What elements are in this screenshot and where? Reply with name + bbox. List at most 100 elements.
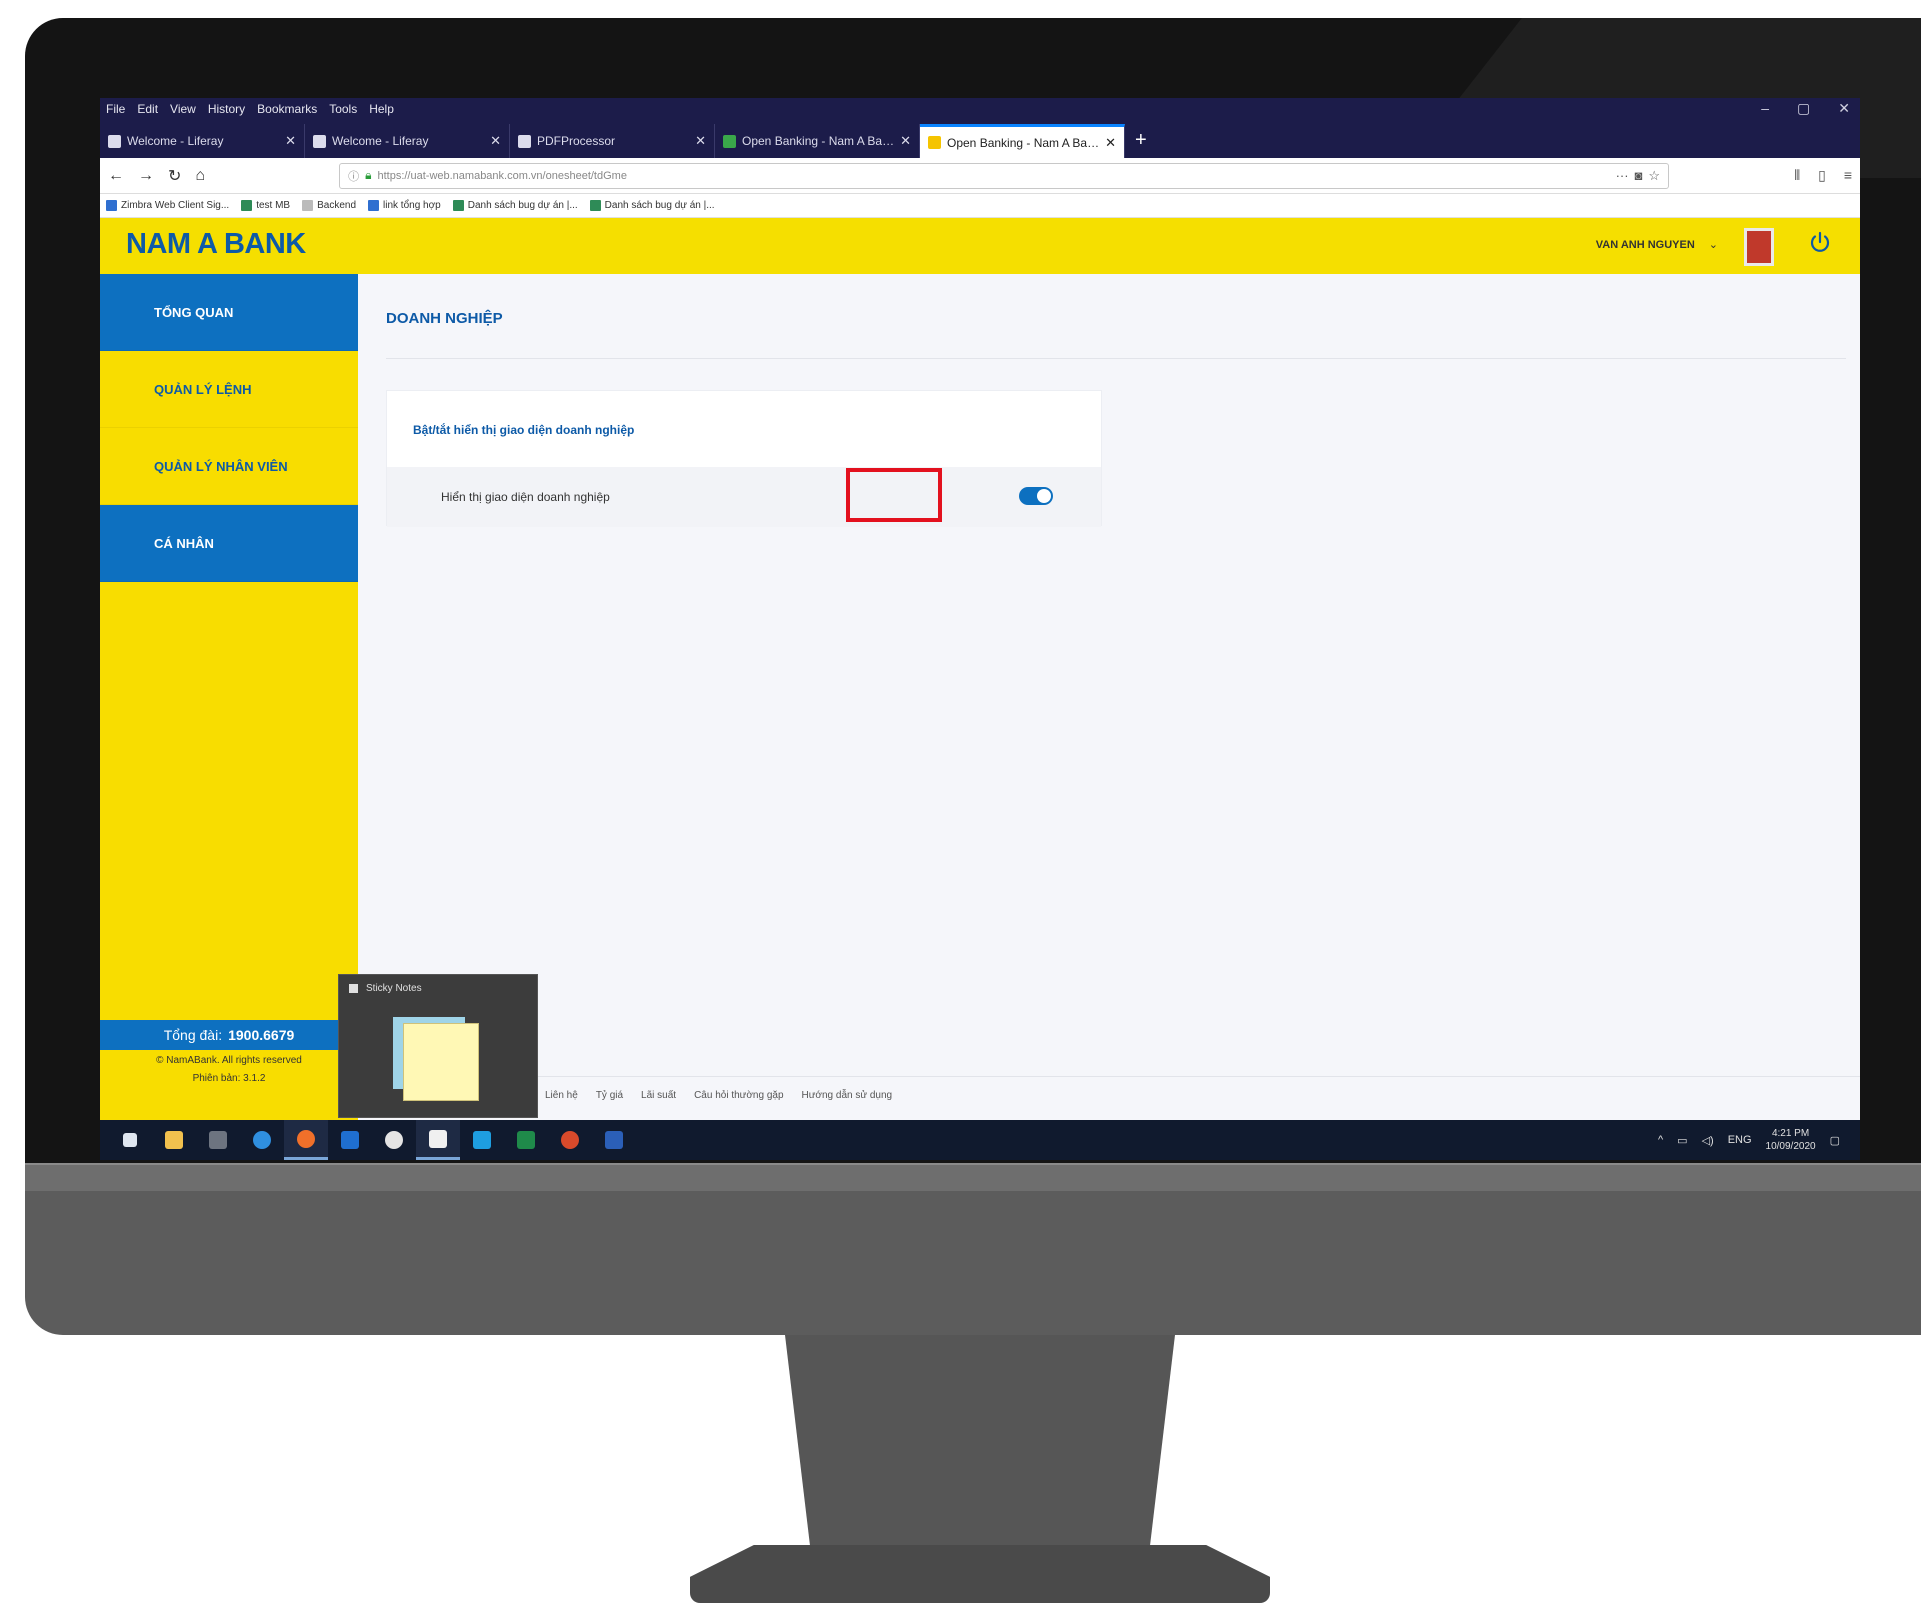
browser-tab[interactable]: PDFProcessor ✕ — [510, 124, 715, 158]
taskbar-app[interactable] — [416, 1120, 460, 1160]
volume-icon[interactable]: ◁) — [1702, 1134, 1714, 1147]
power-icon[interactable] — [1808, 230, 1832, 254]
taskbar-app[interactable] — [152, 1120, 196, 1160]
close-tab-icon[interactable]: ✕ — [1105, 135, 1116, 151]
clock-date: 10/09/2020 — [1765, 1141, 1816, 1152]
browser-tab[interactable]: Welcome - Liferay ✕ — [100, 124, 305, 158]
browser-tab[interactable]: Welcome - Liferay ✕ — [305, 124, 510, 158]
avatar[interactable] — [1744, 228, 1774, 266]
taskbar-app[interactable] — [328, 1120, 372, 1160]
library-icon[interactable]: ⫴ — [1794, 167, 1800, 184]
sticky-notes-preview[interactable]: Sticky Notes — [338, 974, 538, 1118]
bookmark-item[interactable]: Danh sách bug dự án |... — [589, 200, 715, 211]
tab-label: PDFProcessor — [537, 134, 616, 148]
bookmark-icon — [589, 200, 601, 211]
version-text: Phiên bản: 3.1.2 — [192, 1073, 266, 1084]
bookmark-item[interactable]: Zimbra Web Client Sig... — [106, 200, 229, 211]
outlook-icon — [341, 1131, 359, 1149]
taskbar-app[interactable] — [372, 1120, 416, 1160]
bookmark-item[interactable]: link tổng hợp — [368, 200, 441, 211]
brand-logo[interactable]: NAM A BANK — [126, 228, 306, 261]
window-controls: – ▢ ✕ — [1761, 100, 1850, 117]
footer-link[interactable]: Tỷ giá — [596, 1090, 623, 1101]
sidebar-item-personal[interactable]: CÁ NHÂN — [100, 505, 358, 582]
back-icon[interactable]: ← — [108, 167, 124, 185]
tab-label: Open Banking - Nam A Bank — [947, 135, 1100, 150]
tray-expand-icon[interactable]: ^ — [1658, 1134, 1663, 1146]
menu-edit[interactable]: Edit — [137, 102, 158, 116]
bookmark-item[interactable]: test MB — [241, 200, 290, 211]
hamburger-menu-icon[interactable]: ≡ — [1844, 167, 1852, 184]
browser-tab[interactable]: Open Banking - Nam A Bank ✕ — [715, 124, 920, 158]
sidebar-item-staff-management[interactable]: QUẢN LÝ NHÂN VIÊN — [100, 428, 358, 505]
sidebar-toggle-icon[interactable]: ▯ — [1818, 167, 1826, 184]
footer-link[interactable]: Lãi suất — [641, 1090, 676, 1101]
sticky-notes-title: Sticky Notes — [366, 983, 422, 994]
taskbar-app[interactable] — [240, 1120, 284, 1160]
menu-history[interactable]: History — [208, 102, 245, 116]
close-tab-icon[interactable]: ✕ — [490, 133, 501, 149]
note-thumbnail — [403, 1023, 479, 1101]
browser-tab-active[interactable]: Open Banking - Nam A Bank ✕ — [920, 124, 1125, 158]
close-tab-icon[interactable]: ✕ — [285, 133, 296, 149]
reload-icon[interactable]: ↻ — [168, 166, 181, 186]
terminal-icon — [209, 1131, 227, 1149]
favicon-icon — [108, 134, 121, 148]
bookmark-star-icon[interactable]: ☆ — [1648, 168, 1660, 184]
sidebar-item-overview[interactable]: TỔNG QUAN — [100, 274, 358, 351]
tab-label: Welcome - Liferay — [332, 134, 429, 148]
firefox-icon — [297, 1129, 315, 1148]
taskbar-app[interactable] — [284, 1120, 328, 1160]
taskbar-app[interactable] — [504, 1120, 548, 1160]
favicon-icon — [518, 134, 531, 148]
bookmark-icon — [302, 200, 314, 211]
pocket-icon[interactable]: ◙ — [1635, 168, 1643, 183]
minimize-button[interactable]: – — [1761, 100, 1769, 117]
taskbar-app[interactable] — [460, 1120, 504, 1160]
notifications-icon[interactable]: ▢ — [1830, 1134, 1840, 1147]
taskbar-app[interactable] — [196, 1120, 240, 1160]
sticky-notes-icon — [429, 1129, 447, 1148]
clock[interactable]: 4:21 PM 10/09/2020 — [1766, 1127, 1816, 1153]
footer-links: Liên hệ Tỷ giá Lãi suất Câu hỏi thường g… — [545, 1090, 892, 1101]
start-button[interactable] — [108, 1120, 152, 1160]
footer-link[interactable]: Hướng dẫn sử dụng — [802, 1090, 893, 1101]
maximize-button[interactable]: ▢ — [1797, 100, 1810, 117]
display-toggle-switch[interactable] — [1019, 487, 1053, 505]
user-menu[interactable]: VAN ANH NGUYEN ⌄ — [1596, 238, 1718, 251]
menu-help[interactable]: Help — [369, 102, 394, 116]
home-icon[interactable]: ⌂ — [195, 167, 205, 185]
new-tab-button[interactable]: + — [1125, 129, 1157, 158]
close-window-button[interactable]: ✕ — [1838, 100, 1850, 117]
address-bar[interactable]: ⓘ 🔒︎ https://uat-web.namabank.com.vn/one… — [339, 162, 1670, 189]
close-tab-icon[interactable]: ✕ — [900, 133, 911, 149]
footer-link[interactable]: Câu hỏi thường gặp — [694, 1090, 783, 1101]
footer-link[interactable]: Liên hệ — [545, 1090, 578, 1101]
menu-file[interactable]: File — [106, 102, 125, 116]
toggle-knob — [1037, 489, 1051, 503]
menu-tools[interactable]: Tools — [329, 102, 357, 116]
sidebar: TỔNG QUAN QUẢN LÝ LỆNH QUẢN LÝ NHÂN VIÊN… — [100, 274, 358, 1160]
bookmark-label: link tổng hợp — [383, 200, 441, 211]
word-icon — [605, 1131, 623, 1149]
language-indicator[interactable]: ENG — [1728, 1134, 1752, 1146]
clock-time: 4:21 PM — [1771, 1128, 1810, 1139]
sidebar-item-order-management[interactable]: QUẢN LÝ LỆNH — [100, 351, 358, 428]
monitor-stand-neck — [785, 1335, 1175, 1565]
taskbar-app[interactable] — [592, 1120, 636, 1160]
page-actions-icon[interactable]: ··· — [1616, 168, 1629, 183]
taskbar-app[interactable] — [548, 1120, 592, 1160]
network-icon[interactable]: ▭ — [1677, 1134, 1687, 1147]
bookmark-item[interactable]: Backend — [302, 200, 356, 211]
footer-divider — [358, 1076, 1860, 1077]
bookmark-label: Zimbra Web Client Sig... — [121, 200, 230, 211]
copyright-text: © NamABank. All rights reserved — [156, 1055, 302, 1066]
forward-icon[interactable]: → — [138, 167, 154, 185]
menu-view[interactable]: View — [170, 102, 196, 116]
info-icon[interactable]: ⓘ — [348, 168, 359, 184]
skype-icon — [473, 1131, 491, 1149]
close-tab-icon[interactable]: ✕ — [695, 133, 706, 149]
bookmark-label: test MB — [256, 200, 291, 211]
bookmark-item[interactable]: Danh sách bug dự án |... — [452, 200, 578, 211]
menu-bookmarks[interactable]: Bookmarks — [257, 102, 317, 116]
